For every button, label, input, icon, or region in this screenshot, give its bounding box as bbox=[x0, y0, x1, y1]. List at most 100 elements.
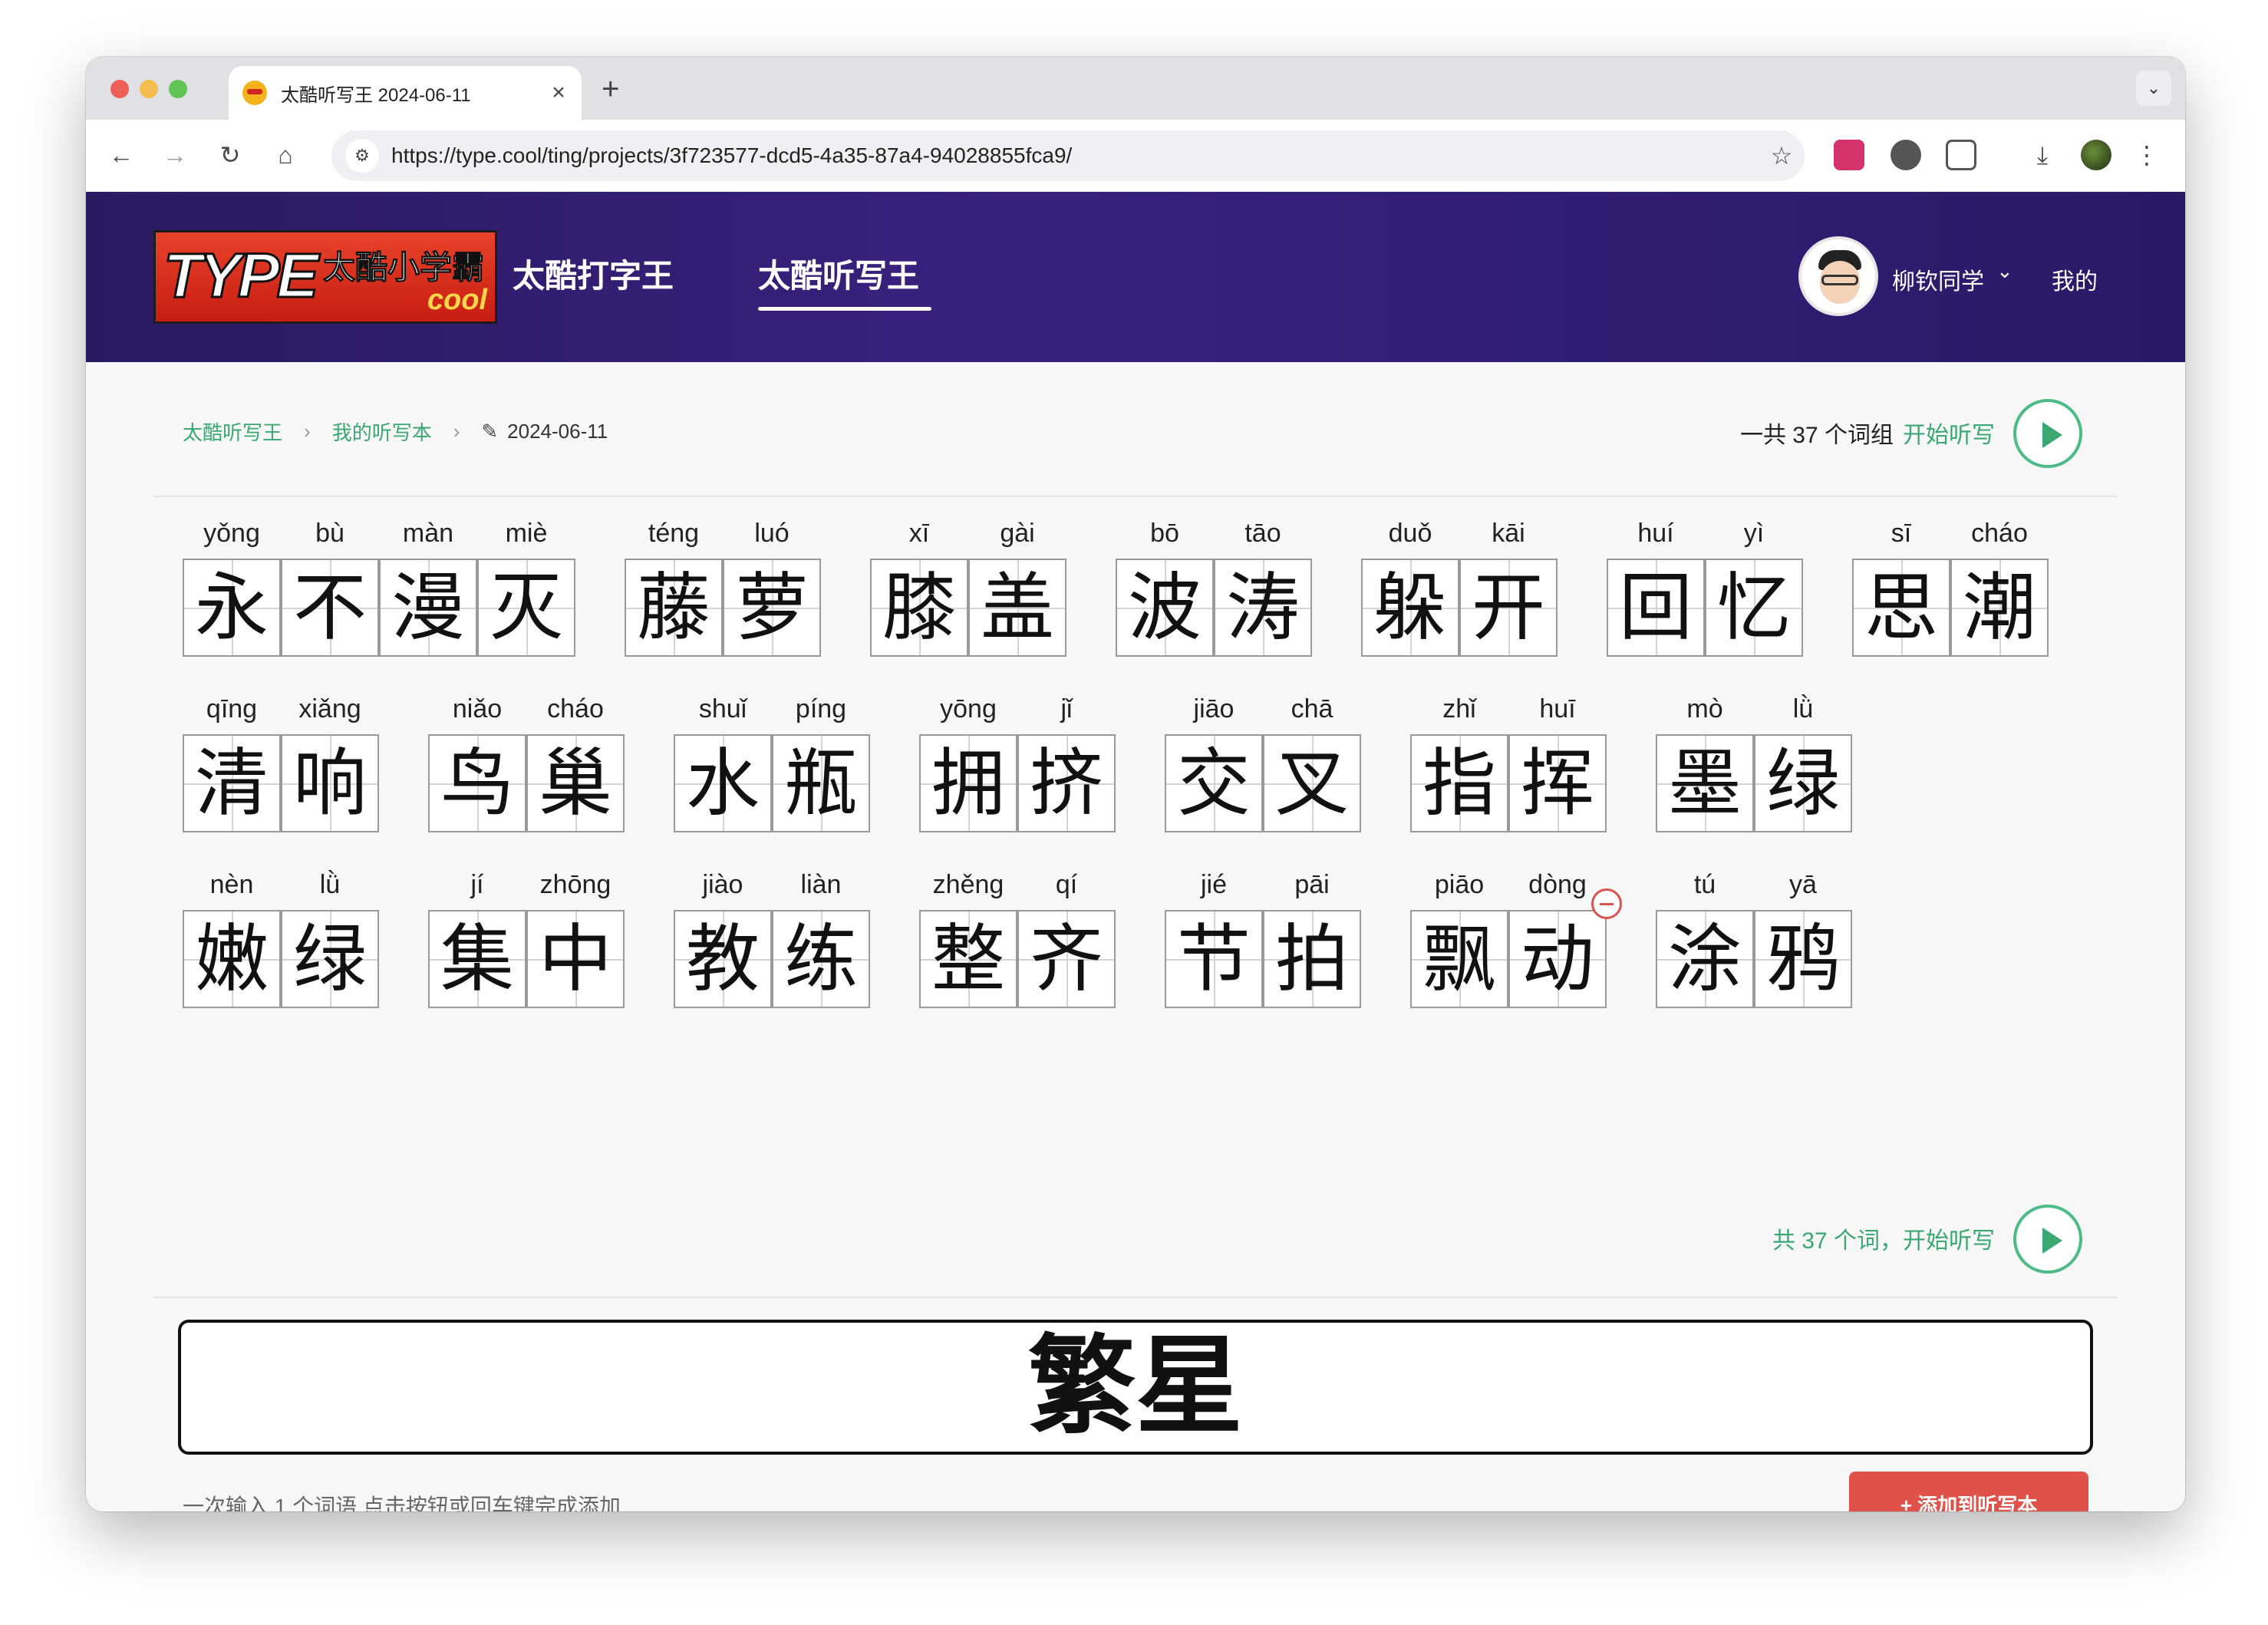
hanzi-char: 躲 bbox=[1373, 565, 1447, 651]
profile-icon[interactable] bbox=[2081, 140, 2111, 170]
pinyin-label: yì bbox=[1743, 519, 1765, 548]
tab-strip: 太酷听写王 2024-06-11 × + ⌄ bbox=[86, 57, 2185, 120]
hanzi-char: 涂 bbox=[1668, 916, 1742, 1002]
hanzi-char: 波 bbox=[1128, 565, 1202, 651]
hanzi-char: 萝 bbox=[735, 565, 809, 651]
new-tab-button[interactable]: + bbox=[602, 72, 619, 107]
logo-cn-text: 太酷小学霸 bbox=[322, 249, 485, 286]
hanzi-char: 巢 bbox=[539, 740, 612, 826]
hanzi-char: 灭 bbox=[490, 565, 563, 651]
hanzi-char: 叉 bbox=[1275, 740, 1349, 826]
site-settings-icon[interactable]: ⚙ bbox=[345, 139, 379, 173]
start-dictation-link[interactable]: 开始听写 bbox=[1903, 416, 1995, 450]
active-nav-indicator bbox=[758, 307, 931, 311]
pinyin-label: huī bbox=[1539, 694, 1576, 724]
password-extension-icon[interactable] bbox=[1891, 140, 1921, 170]
play-button-bottom[interactable] bbox=[2013, 1205, 2082, 1274]
pinyin-label: chā bbox=[1291, 694, 1333, 724]
pinyin-label: píng bbox=[795, 694, 847, 724]
breadcrumb-item-notebooks[interactable]: 我的听写本 bbox=[332, 417, 432, 446]
home-icon[interactable]: ⌂ bbox=[267, 137, 304, 173]
pencil-icon[interactable]: ✎ bbox=[481, 420, 498, 443]
pinyin-label: yǒng bbox=[203, 519, 260, 548]
tab-title: 太酷听写王 2024-06-11 bbox=[281, 84, 471, 106]
pinyin-label: cháo bbox=[547, 694, 604, 724]
download-icon[interactable]: ⤓ bbox=[2024, 137, 2061, 173]
hanzi-char: 响 bbox=[293, 740, 367, 826]
pinyin-label: yā bbox=[1789, 870, 1817, 899]
pinyin-label: jié bbox=[1200, 870, 1228, 899]
hanzi-char: 不 bbox=[293, 565, 367, 651]
hanzi-char: 墨 bbox=[1668, 740, 1742, 826]
pinyin-label: pāi bbox=[1294, 870, 1330, 899]
pinyin-label: piāo bbox=[1434, 870, 1485, 899]
hanzi-char: 潮 bbox=[1963, 565, 2036, 651]
maximize-window-button[interactable] bbox=[169, 80, 187, 98]
word-count-summary: 一共 37 个词组 bbox=[1739, 423, 1894, 448]
word-list: yǒng 永 bù 不 màn 漫 miè 灭 téng 藤 luó 萝 xī 膝 gài 盖 bō 波 tāo 涛 d… bbox=[183, 513, 2101, 1016]
pinyin-label: zhōng bbox=[539, 870, 612, 899]
pinyin-label: cháo bbox=[1971, 519, 2028, 548]
logo-type-text: TYPE bbox=[162, 240, 319, 312]
pinyin-label: qí bbox=[1055, 870, 1078, 899]
breadcrumb-item-home[interactable]: 太酷听写王 bbox=[183, 417, 282, 446]
browser-window: 太酷听写王 2024-06-11 × + ⌄ ← → ↻ ⌂ ⚙ https:/… bbox=[86, 57, 2185, 1511]
nav-link-typing[interactable]: 太酷打字王 bbox=[513, 250, 674, 297]
hanzi-char: 集 bbox=[440, 916, 514, 1002]
pinyin-label: shuǐ bbox=[698, 694, 747, 724]
close-icon[interactable]: × bbox=[543, 80, 574, 106]
pinyin-label: luó bbox=[754, 519, 790, 548]
chevron-right-icon: › bbox=[453, 420, 460, 443]
remove-word-icon[interactable] bbox=[1591, 888, 1622, 919]
pinyin-label: miè bbox=[505, 519, 548, 548]
extensions-icon[interactable] bbox=[1946, 140, 1976, 170]
hanzi-char: 拍 bbox=[1275, 916, 1349, 1002]
pinyin-label: mò bbox=[1686, 694, 1723, 724]
start-dictation-bottom-link[interactable]: 共 37 个词，开始听写 bbox=[1772, 1221, 1995, 1255]
pinyin-label: xī bbox=[908, 519, 930, 548]
main-content: 太酷听写王 › 我的听写本 › ✎ 2024-06-11 一共 37 个词组 开… bbox=[86, 362, 2185, 1511]
hanzi-char: 膝 bbox=[882, 565, 956, 651]
pinyin-label: dòng bbox=[1528, 870, 1587, 899]
hanzi-char: 挤 bbox=[1030, 740, 1103, 826]
hanzi-char: 永 bbox=[195, 565, 269, 651]
star-icon[interactable]: ☆ bbox=[1759, 141, 1805, 170]
play-button-top[interactable] bbox=[2013, 399, 2082, 468]
hanzi-char: 练 bbox=[784, 916, 858, 1002]
breadcrumb: 太酷听写王 › 我的听写本 › ✎ 2024-06-11 bbox=[183, 417, 608, 446]
chevron-down-icon[interactable]: ⌄ bbox=[1996, 259, 2013, 283]
translate-extension-icon[interactable] bbox=[1834, 140, 1864, 170]
pinyin-label: yōng bbox=[940, 694, 997, 724]
pinyin-label: xiǎng bbox=[298, 694, 361, 724]
address-bar[interactable]: ⚙ https://type.cool/ting/projects/3f7235… bbox=[331, 130, 1805, 181]
site-logo[interactable]: TYPE 太酷小学霸 cool bbox=[153, 230, 497, 324]
pinyin-label: màn bbox=[402, 519, 454, 548]
menu-icon[interactable]: ⋮ bbox=[2128, 137, 2165, 173]
url-text[interactable]: https://type.cool/ting/projects/3f723577… bbox=[391, 143, 1759, 168]
pinyin-label: duǒ bbox=[1388, 519, 1432, 548]
chevron-right-icon: › bbox=[304, 420, 311, 443]
pinyin-label: lǜ bbox=[319, 870, 341, 899]
pinyin-label: qīng bbox=[206, 694, 258, 724]
reload-icon[interactable]: ↻ bbox=[212, 137, 249, 173]
divider bbox=[153, 496, 2118, 497]
pinyin-label: jiào bbox=[702, 870, 743, 899]
avatar[interactable] bbox=[1798, 236, 1878, 316]
pinyin-label: lǜ bbox=[1792, 694, 1814, 724]
my-account-link[interactable]: 我的 bbox=[2052, 262, 2098, 296]
divider bbox=[153, 1297, 2118, 1298]
close-window-button[interactable] bbox=[110, 80, 129, 98]
add-to-notebook-button[interactable]: + 添加到听写本 bbox=[1849, 1472, 2088, 1511]
hanzi-char: 清 bbox=[195, 740, 269, 826]
pinyin-label: téng bbox=[648, 519, 700, 548]
browser-tab[interactable]: 太酷听写王 2024-06-11 × bbox=[229, 66, 582, 120]
word-input[interactable]: 繁星 bbox=[178, 1320, 2093, 1455]
chevron-down-icon[interactable]: ⌄ bbox=[2136, 71, 2171, 106]
user-name[interactable]: 柳钦同学 bbox=[1892, 262, 1984, 296]
back-icon[interactable]: ← bbox=[103, 137, 140, 173]
minimize-window-button[interactable] bbox=[140, 80, 158, 98]
nav-link-dictation[interactable]: 太酷听写王 bbox=[758, 250, 919, 297]
hanzi-char: 飘 bbox=[1422, 916, 1496, 1002]
forward-icon[interactable]: → bbox=[157, 137, 193, 173]
pinyin-label: zhǐ bbox=[1442, 694, 1476, 724]
